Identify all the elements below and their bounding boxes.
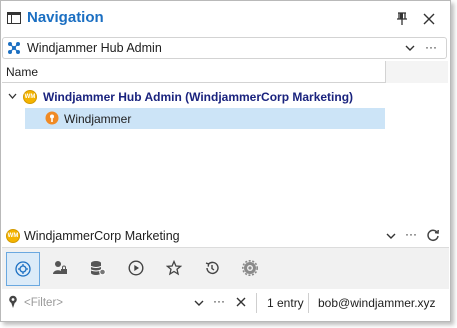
tree-node-root[interactable]: WM Windjammer Hub Admin (WindjammerCorp … — [2, 87, 448, 107]
chevron-down-icon[interactable] — [194, 298, 204, 308]
tree-node-root-label: Windjammer Hub Admin (WindjammerCorp Mar… — [43, 90, 354, 104]
org-badge-icon: WM — [23, 90, 37, 104]
gear-globe-icon — [242, 260, 258, 276]
chevron-down-icon[interactable] — [405, 43, 415, 53]
toolbar-gear-globe-button[interactable] — [234, 252, 268, 286]
tree-node-child[interactable]: Windjammer — [25, 108, 385, 129]
status-divider — [256, 293, 257, 313]
hub-selector[interactable]: Windjammer Hub Admin ··· — [2, 37, 447, 59]
hub-selector-value: Windjammer Hub Admin — [27, 41, 162, 55]
panel-title: Navigation — [27, 9, 104, 26]
filter-more-button[interactable]: ··· — [213, 294, 225, 308]
database-settings-icon — [90, 261, 106, 276]
tree-column-header[interactable]: Name — [2, 61, 448, 83]
status-bar: ··· 1 entry bob@windjammer.xyz — [2, 290, 449, 316]
star-icon — [166, 260, 182, 276]
toolbar-history-button[interactable] — [196, 252, 230, 286]
status-divider — [308, 293, 309, 313]
chevron-down-icon[interactable] — [386, 231, 396, 241]
title-bar: Navigation — [1, 1, 450, 37]
refresh-icon[interactable] — [426, 228, 440, 242]
toolbar-settings-circle-button[interactable] — [6, 252, 40, 286]
pin-icon[interactable] — [394, 11, 410, 27]
hub-more-button[interactable]: ··· — [425, 40, 437, 54]
current-user: bob@windjammer.xyz — [318, 296, 436, 310]
close-icon[interactable] — [421, 11, 437, 27]
expand-chevron-icon[interactable] — [8, 93, 17, 100]
tree-node-child-label: Windjammer — [64, 112, 132, 126]
user-lock-icon — [53, 261, 67, 274]
org-selector[interactable]: WM WindjammerCorp Marketing ··· — [2, 226, 449, 246]
navigation-panel: Navigation Windjammer Hub Admin ··· Name — [0, 0, 451, 322]
location-pin-icon — [45, 111, 59, 125]
column-filler — [386, 61, 448, 83]
org-badge-icon: WM — [6, 229, 20, 243]
toolbar-user-lock-button[interactable] — [44, 252, 78, 286]
toolbar-database-button[interactable] — [82, 252, 116, 286]
settings-circle-icon — [15, 261, 31, 277]
toolbar-run-button[interactable] — [120, 252, 154, 286]
column-name-label: Name — [6, 65, 39, 79]
play-circle-icon — [128, 260, 144, 276]
filter-input[interactable] — [22, 294, 196, 312]
org-more-button[interactable]: ··· — [405, 227, 417, 241]
filter-pin-icon — [9, 295, 17, 308]
toolbar-favorites-button[interactable] — [158, 252, 192, 286]
panel-window-icon — [7, 12, 21, 24]
history-icon — [205, 261, 219, 275]
navigation-tree: Name WM Windjammer Hub Admin (Windjammer… — [2, 61, 448, 223]
org-selector-value: WindjammerCorp Marketing — [24, 229, 180, 243]
navigation-toolbar — [2, 247, 449, 289]
clear-filter-icon[interactable] — [235, 296, 247, 308]
entry-count: 1 entry — [267, 296, 304, 310]
hub-network-icon — [8, 42, 20, 54]
